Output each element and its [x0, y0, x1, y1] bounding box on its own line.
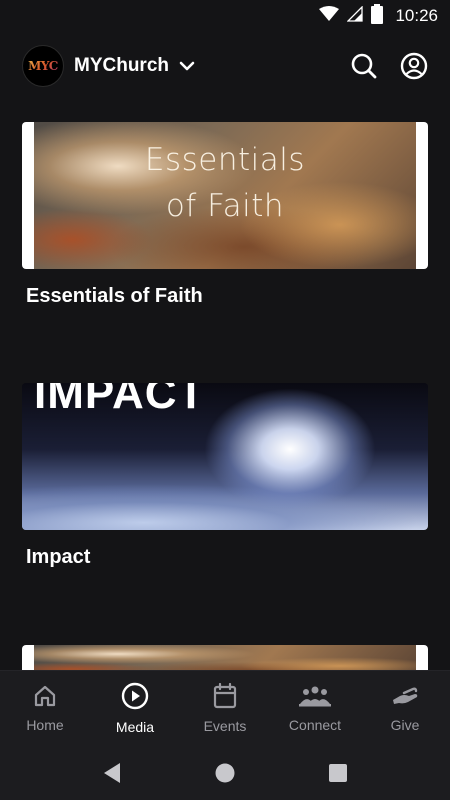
- logo-text: MYC: [28, 59, 58, 73]
- media-thumbnail[interactable]: IMPACT: [22, 383, 428, 530]
- nav-item-connect[interactable]: Connect: [270, 684, 360, 733]
- people-group-icon: [299, 684, 331, 713]
- nav-label: Give: [390, 717, 420, 733]
- thumb-text-line1: Essentials: [144, 142, 306, 178]
- earth-impact-artwork: IMPACT: [22, 383, 428, 530]
- thumb-text: IMPACT: [34, 383, 206, 418]
- calendar-icon: [213, 682, 237, 714]
- media-card[interactable]: IMPACT Impact: [22, 383, 428, 645]
- status-time: 10:26: [395, 6, 438, 25]
- bottom-navigation: Home Media Events Connect Give: [0, 670, 450, 746]
- status-bar: 10:26: [0, 0, 450, 32]
- battery-icon: [371, 3, 384, 29]
- media-card[interactable]: Essentials of Faith Essentials of Faith: [22, 122, 428, 383]
- nav-label: Home: [26, 717, 64, 733]
- nav-item-media[interactable]: Media: [90, 682, 180, 735]
- media-list: Essentials of Faith Essentials of Faith …: [22, 122, 428, 675]
- search-icon[interactable]: [350, 52, 378, 80]
- church-logo[interactable]: MYC: [22, 45, 64, 87]
- home-icon: [33, 684, 57, 713]
- chevron-down-icon[interactable]: [179, 60, 195, 72]
- nav-label: Events: [203, 718, 247, 734]
- app-header: MYC MYChurch: [0, 40, 450, 92]
- nav-label: Connect: [288, 717, 342, 733]
- nav-item-events[interactable]: Events: [180, 682, 270, 734]
- nebula-artwork: Essentials of Faith: [34, 122, 416, 269]
- back-icon[interactable]: [102, 762, 122, 784]
- recents-square-icon[interactable]: [328, 763, 348, 783]
- give-hand-icon: [391, 684, 419, 713]
- media-title[interactable]: Essentials of Faith: [26, 285, 428, 308]
- home-circle-icon[interactable]: [214, 762, 236, 784]
- media-title[interactable]: Impact: [26, 546, 428, 569]
- header-actions: [350, 52, 428, 80]
- play-circle-icon: [121, 682, 149, 715]
- account-icon[interactable]: [400, 52, 428, 80]
- system-navigation-bar: [0, 746, 450, 800]
- nav-label: Media: [115, 719, 155, 735]
- church-name[interactable]: MYChurch: [74, 55, 169, 77]
- nav-item-give[interactable]: Give: [360, 684, 450, 733]
- wifi-icon: [319, 5, 340, 27]
- thumb-text-line2: of Faith: [165, 188, 285, 224]
- media-thumbnail[interactable]: Essentials of Faith: [22, 122, 428, 269]
- signal-icon: [346, 4, 364, 27]
- nav-item-home[interactable]: Home: [0, 684, 90, 733]
